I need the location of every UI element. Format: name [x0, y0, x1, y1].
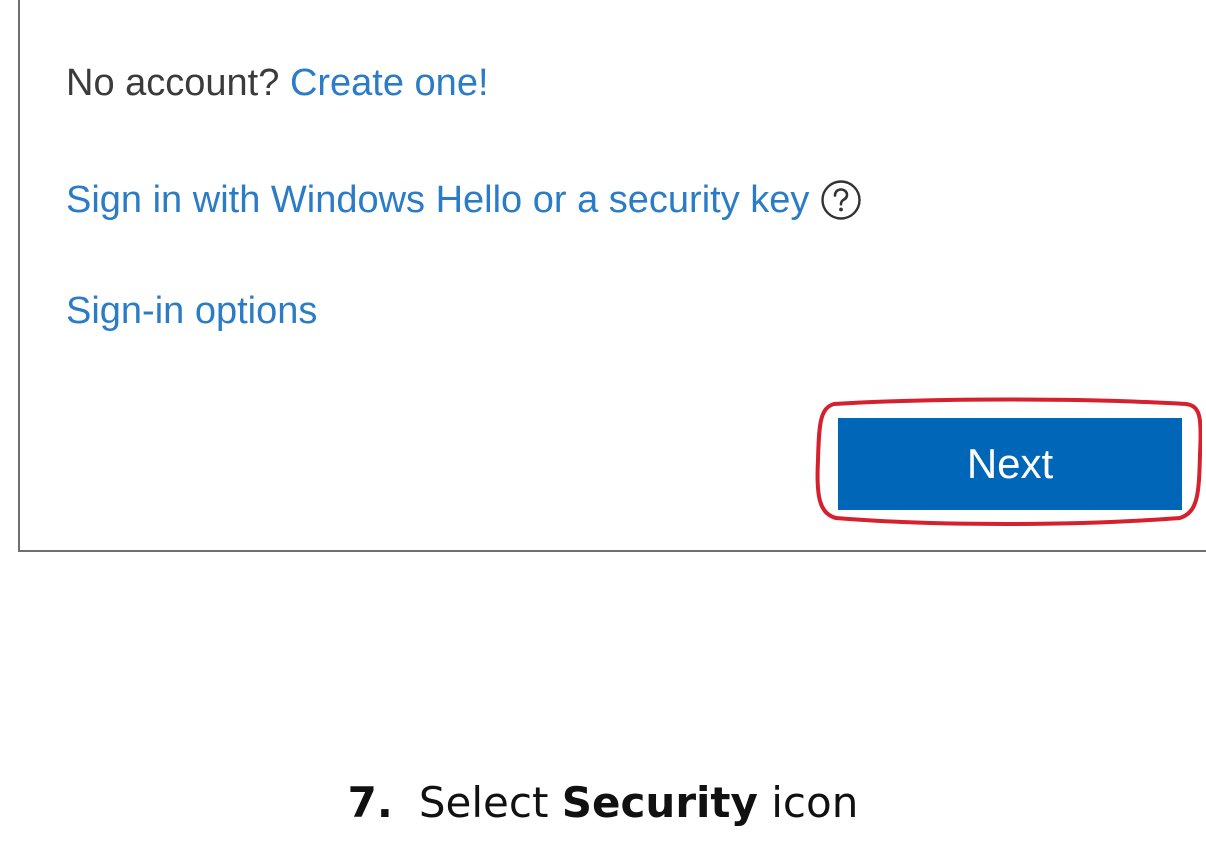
step-bold-word: Security: [561, 778, 758, 827]
step-number: 7.: [347, 778, 393, 827]
no-account-text: No account?: [66, 62, 280, 104]
windows-hello-link[interactable]: Sign in with Windows Hello or a security…: [66, 181, 809, 219]
windows-hello-row: Sign in with Windows Hello or a security…: [66, 178, 863, 222]
tutorial-page: No account? Create one! Sign in with Win…: [0, 0, 1206, 850]
create-account-link[interactable]: Create one!: [290, 62, 489, 104]
next-button-container: Next: [814, 394, 1202, 528]
no-account-row: No account? Create one!: [66, 64, 489, 102]
step-suffix: icon: [771, 778, 859, 827]
question-circle-icon[interactable]: [819, 178, 863, 222]
sign-in-options-link[interactable]: Sign-in options: [66, 292, 317, 330]
step-caption: 7. Select Security icon: [0, 778, 1206, 827]
step-prefix: Select: [418, 778, 549, 827]
next-button[interactable]: Next: [838, 418, 1182, 510]
